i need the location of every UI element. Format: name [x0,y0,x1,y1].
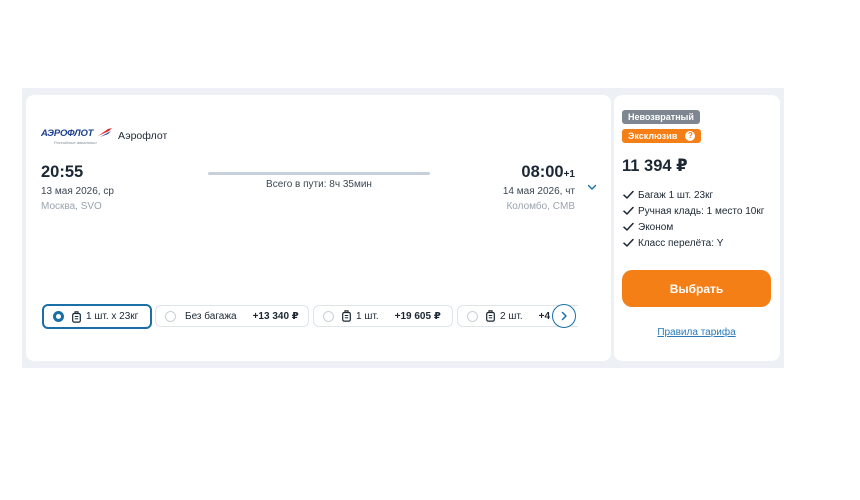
radio-unselected[interactable] [165,310,176,322]
baggage-option-1pc-23kg[interactable]: 1 шт. x 23кг [42,304,152,329]
logo-wing-icon [98,128,112,137]
departure-time: 20:55 [41,163,84,181]
radio-selected[interactable] [53,311,64,322]
logo-subtext: Российские авиалинии [54,140,97,145]
arrival-time-block: 08:00+1 [435,163,575,182]
fare-features: Багаж 1 шт. 23кг Ручная кладь: 1 место 1… [623,187,764,251]
chevron-down-icon[interactable] [586,181,598,193]
logo-wordmark: АЭРОФЛОТ [41,128,94,139]
baggage-option-no-baggage[interactable]: Без багажа +13 340 ₽ [155,305,309,327]
airline-name: Аэрофлот [118,130,168,142]
exclusive-badge-label: Эксклюзив [628,131,678,141]
fare-feature-text: Багаж 1 шт. 23кг [638,189,714,201]
baggage-option-label: 2 шт. [500,310,523,322]
nonrefundable-badge: Невозвратный [622,110,700,124]
arrival-day-offset: +1 [563,169,575,180]
suitcase-icon [486,310,495,322]
baggage-option-label: 1 шт. x 23кг [86,311,139,322]
fare-feature-item: Эконом [623,219,764,235]
scroll-options-next-button[interactable] [552,304,576,328]
baggage-option-label: 1 шт. [356,310,379,322]
baggage-option-price: +13 340 ₽ [252,310,299,322]
total-duration: Всего в пути: 8ч 35мин [266,179,372,190]
radio-unselected[interactable] [467,310,478,322]
fare-feature-item: Класс перелёта: Y [623,235,764,251]
departure-place: Москва, SVO [41,201,102,212]
chevron-right-icon [561,311,567,321]
fare-feature-text: Класс перелёта: Y [638,237,724,249]
baggage-option-1pc[interactable]: 1 шт. +19 605 ₽ [313,305,453,327]
checkmark-icon [623,206,634,215]
suitcase-icon [342,310,351,322]
baggage-options: 1 шт. x 23кг Без багажа +13 340 ₽ 1 шт. … [42,304,578,330]
baggage-option-price: +4 [538,310,551,322]
baggage-option-label: Без багажа [185,310,237,322]
departure-date: 13 мая 2026, ср [41,186,114,197]
fare-rules-link[interactable]: Правила тарифа [622,327,771,338]
exclusive-badge: Эксклюзив ? [622,129,702,143]
select-fare-button[interactable]: Выбрать [622,270,771,307]
airline-logo: АЭРОФЛОТ Российские авиалинии [40,128,112,148]
suitcase-icon [72,310,81,323]
checkmark-icon [623,222,634,231]
fare-price: 11 394 ₽ [622,157,688,175]
fare-feature-text: Эконом [638,221,674,233]
question-icon[interactable]: ? [685,131,696,141]
fare-feature-item: Ручная кладь: 1 место 10кг [623,203,764,219]
fare-feature-item: Багаж 1 шт. 23кг [623,187,764,203]
arrival-place: Коломбо, CMB [506,201,575,212]
arrival-date: 14 мая 2026, чт [502,186,575,197]
arrival-time: 08:00 [521,163,564,181]
radio-unselected[interactable] [323,310,334,322]
fare-feature-text: Ручная кладь: 1 место 10кг [638,205,765,217]
route-line [208,172,430,175]
checkmark-icon [623,238,634,247]
checkmark-icon [623,190,634,199]
baggage-option-price: +19 605 ₽ [394,310,441,322]
